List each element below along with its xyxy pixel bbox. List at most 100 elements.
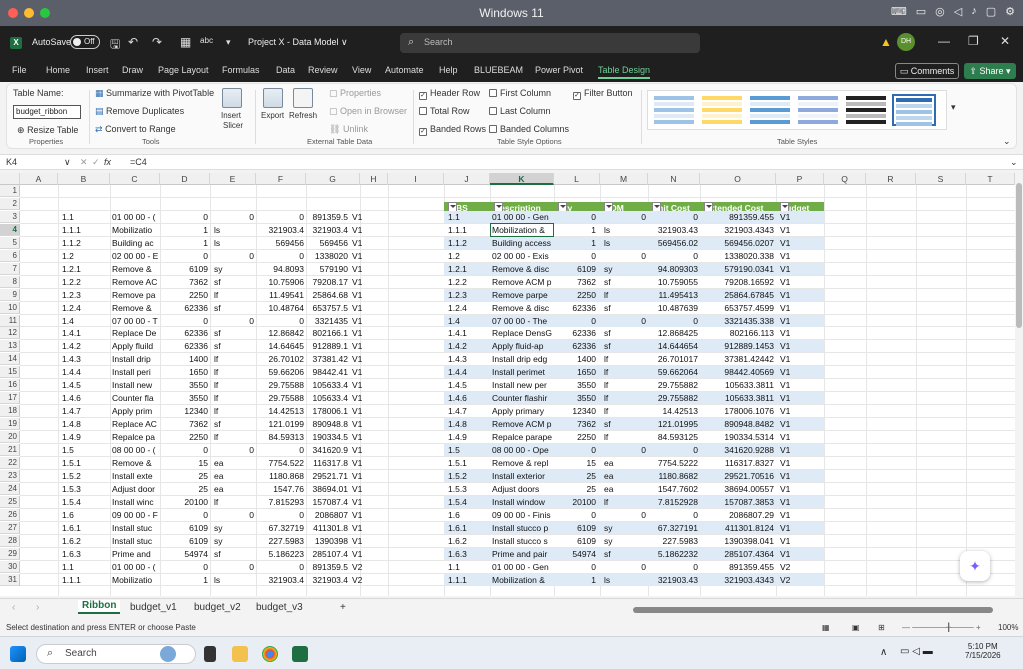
- row-header-31[interactable]: 31: [0, 573, 20, 586]
- cell-left[interactable]: V1: [350, 327, 366, 339]
- cell-left[interactable]: V1: [350, 535, 366, 547]
- cell-left[interactable]: 1.1: [60, 211, 110, 223]
- table-cell[interactable]: 62336: [554, 340, 598, 352]
- formula-input[interactable]: =C4: [130, 157, 147, 167]
- cell-left[interactable]: 0: [160, 211, 210, 223]
- table-cell[interactable]: V1: [778, 315, 798, 327]
- table-cell[interactable]: 1.1: [446, 211, 490, 223]
- table-cell[interactable]: Install new per: [490, 379, 554, 391]
- sheet-tab-budget_v1[interactable]: budget_v1: [130, 602, 177, 613]
- cell-left[interactable]: sy: [212, 263, 242, 275]
- table-cell[interactable]: 0: [648, 444, 700, 456]
- horizontal-scroll-thumb[interactable]: [633, 607, 993, 613]
- table-cell[interactable]: 1.5.3: [446, 483, 490, 495]
- table-cell[interactable]: Install stucco s: [490, 535, 554, 547]
- cell-left[interactable]: 10.48764: [256, 302, 306, 314]
- format-icon[interactable]: ▦: [180, 35, 191, 49]
- row-header-6[interactable]: 6: [0, 249, 20, 262]
- cell-left[interactable]: 178006.1: [306, 405, 350, 417]
- menu-tab-home[interactable]: Home: [46, 65, 70, 75]
- cell-left[interactable]: 6109: [160, 535, 210, 547]
- table-cell[interactable]: Counter flashir: [490, 392, 554, 404]
- table-cell[interactable]: 0: [554, 211, 598, 223]
- table-cell[interactable]: 1.1.1: [446, 224, 490, 236]
- sheet-tab-ribbon[interactable]: Ribbon: [78, 600, 121, 614]
- cell-left[interactable]: 1.4.3: [60, 353, 110, 365]
- table-cell[interactable]: V1: [778, 548, 798, 560]
- cell-left[interactable]: 1: [160, 224, 210, 236]
- cell-left[interactable]: 20100: [160, 496, 210, 508]
- menu-tab-table-design[interactable]: Table Design: [598, 65, 651, 79]
- cell-left[interactable]: 3321435: [306, 315, 350, 327]
- cell-left[interactable]: 0: [160, 509, 210, 521]
- table-cell[interactable]: 0: [648, 509, 700, 521]
- cell-left[interactable]: Install stuc: [110, 535, 160, 547]
- table-cell[interactable]: ls: [602, 574, 632, 586]
- cell-left[interactable]: Remove AC: [110, 276, 160, 288]
- table-cell[interactable]: 0: [634, 561, 648, 573]
- cell-left[interactable]: 227.5983: [256, 535, 306, 547]
- table-cell[interactable]: V1: [778, 535, 798, 547]
- table-cell[interactable]: lf: [602, 366, 632, 378]
- table-cell[interactable]: 98442.40569: [700, 366, 776, 378]
- table-cell[interactable]: V1: [778, 340, 798, 352]
- undo-icon[interactable]: ↶: [128, 35, 138, 49]
- cell-left[interactable]: 02 00 00 - E: [110, 250, 160, 262]
- column-header-q[interactable]: Q: [824, 173, 866, 185]
- table-cell[interactable]: 1.5.4: [446, 496, 490, 508]
- table-cell[interactable]: 0: [634, 509, 648, 521]
- cell-left[interactable]: 653757.5: [306, 302, 350, 314]
- cell-left[interactable]: lf: [212, 379, 242, 391]
- cell-left[interactable]: lf: [212, 289, 242, 301]
- cell-left[interactable]: Remove &: [110, 457, 160, 469]
- table-cell[interactable]: Mobilization &: [490, 574, 554, 586]
- table-cell[interactable]: 0: [554, 561, 598, 573]
- cell-left[interactable]: 1.6.2: [60, 535, 110, 547]
- table-cell[interactable]: V1: [778, 263, 798, 275]
- banded-columns-checkbox[interactable]: Banded Columns: [489, 124, 569, 134]
- cell-left[interactable]: sf: [212, 418, 242, 430]
- table-cell[interactable]: 6109: [554, 263, 598, 275]
- table-cell[interactable]: 07 00 00 - The: [490, 315, 554, 327]
- cell-left[interactable]: 1.2.4: [60, 302, 110, 314]
- cell-left[interactable]: 802166.1: [306, 327, 350, 339]
- table-cell[interactable]: Adjust doors: [490, 483, 554, 495]
- column-header-e[interactable]: E: [210, 173, 256, 185]
- horizontal-scrollbar[interactable]: [625, 606, 1010, 614]
- table-cell[interactable]: 7362: [554, 276, 598, 288]
- table-cell[interactable]: 15: [554, 457, 598, 469]
- table-cell[interactable]: 84.593125: [648, 431, 700, 443]
- style-swatch-gold[interactable]: [700, 94, 744, 126]
- menu-tab-data[interactable]: Data: [276, 65, 295, 75]
- cell-left[interactable]: sf: [212, 276, 242, 288]
- page-layout-icon[interactable]: ▣: [852, 623, 860, 632]
- cell-left[interactable]: 0: [160, 444, 210, 456]
- row-header-4[interactable]: 4: [0, 223, 20, 236]
- table-cell[interactable]: 12340: [554, 405, 598, 417]
- cell-left[interactable]: 890948.8: [306, 418, 350, 430]
- table-cell[interactable]: 1.4.8: [446, 418, 490, 430]
- table-cell[interactable]: 116317.8327: [700, 457, 776, 469]
- copilot-icon[interactable]: [160, 646, 176, 662]
- column-header-k[interactable]: K: [490, 173, 554, 185]
- row-header-19[interactable]: 19: [0, 418, 20, 431]
- network-icon[interactable]: ▭ ◁ ▬: [900, 646, 933, 657]
- table-cell[interactable]: 7.8152928: [648, 496, 700, 508]
- prev-sheet-icon[interactable]: ‹: [12, 602, 15, 613]
- cell-left[interactable]: 1.6: [60, 509, 110, 521]
- minimize-icon[interactable]: —: [938, 34, 950, 48]
- cell-left[interactable]: 0: [210, 211, 256, 223]
- table-cell[interactable]: 0: [648, 315, 700, 327]
- cell-left[interactable]: Install exte: [110, 470, 160, 482]
- table-cell[interactable]: 94.809303: [648, 263, 700, 275]
- cell-left[interactable]: V1: [350, 315, 366, 327]
- row-header-22[interactable]: 22: [0, 456, 20, 469]
- table-cell[interactable]: 890948.8482: [700, 418, 776, 430]
- cell-left[interactable]: V1: [350, 405, 366, 417]
- next-sheet-icon[interactable]: ›: [36, 602, 39, 613]
- row-header-10[interactable]: 10: [0, 301, 20, 314]
- copilot-floating-button[interactable]: ✦: [960, 551, 990, 581]
- cell-left[interactable]: V2: [350, 561, 366, 573]
- table-cell[interactable]: 285107.4364: [700, 548, 776, 560]
- table-cell[interactable]: 1.4.9: [446, 431, 490, 443]
